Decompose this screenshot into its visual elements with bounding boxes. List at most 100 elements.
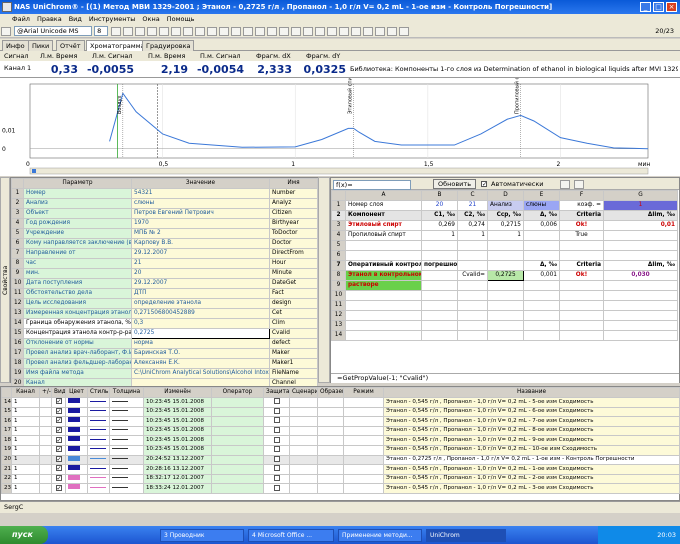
style-cell[interactable]	[87, 473, 110, 485]
sheet-cell[interactable]: 1	[457, 230, 488, 241]
sheet-cell[interactable]: Ok!	[559, 270, 604, 281]
list-col-header[interactable]: Изменён	[143, 387, 212, 398]
open-icon[interactable]	[574, 180, 584, 189]
sheet-cell[interactable]	[603, 280, 678, 291]
protect-checkbox[interactable]	[263, 473, 290, 485]
param-value[interactable]: 29.12.2007	[131, 278, 270, 289]
zoom-in-icon[interactable]	[267, 27, 278, 36]
sheet-cell[interactable]	[523, 280, 560, 291]
record-icon[interactable]	[255, 27, 266, 36]
task-explorer[interactable]: 3 Проводник	[160, 529, 244, 542]
param-value[interactable]: 0,2725	[131, 328, 270, 339]
color-cell[interactable]	[65, 425, 88, 437]
formula-bar[interactable]: =GetPropValue(-1; "Cvalid")	[331, 373, 679, 383]
sheet-cell[interactable]: 21	[457, 200, 488, 211]
color-cell[interactable]	[65, 444, 88, 456]
sheet-cell[interactable]: Пропиловый спирт	[345, 230, 422, 241]
lock-icon[interactable]	[363, 27, 374, 36]
sheet-cell[interactable]	[559, 240, 604, 251]
sheet-cell[interactable]: True	[559, 230, 604, 241]
menu-file[interactable]: Файл	[12, 15, 30, 23]
visible-checkbox[interactable]	[51, 473, 66, 485]
tab-report[interactable]: Отчёт	[56, 40, 85, 51]
tab-info[interactable]: Инфо	[2, 40, 29, 51]
start-button[interactable]: пуск	[0, 526, 48, 544]
sheet-cell[interactable]	[559, 250, 604, 261]
param-value[interactable]: 29.12.2007	[131, 248, 270, 259]
param-value[interactable]: Баринская Т.О.	[131, 348, 270, 359]
sheet-cell[interactable]	[487, 250, 524, 261]
sheet-cell[interactable]: 0,001	[523, 270, 560, 281]
sheet-cell[interactable]	[345, 310, 422, 321]
style-cell[interactable]	[87, 464, 110, 475]
param-row[interactable]: 9 мин. 20 Minute	[11, 268, 318, 279]
sheet-cell[interactable]	[559, 330, 604, 341]
list-col-header[interactable]: Канал	[11, 387, 40, 398]
param-row[interactable]: 6Кому направляется заключение (врач)Карп…	[11, 238, 318, 249]
sheet-cell[interactable]	[457, 320, 488, 331]
sheet-cell[interactable]	[421, 300, 458, 311]
sheet-cell[interactable]	[421, 280, 458, 291]
sheet-cell[interactable]: 0,01	[603, 220, 678, 231]
sheet-cell[interactable]	[523, 330, 560, 341]
sheet-cell[interactable]	[487, 300, 524, 311]
visible-checkbox[interactable]	[51, 435, 66, 446]
sheet-cell[interactable]	[421, 330, 458, 341]
protect-checkbox[interactable]	[263, 454, 290, 466]
sheet-cell[interactable]	[559, 300, 604, 311]
sheet-cell[interactable]: 0,269	[421, 220, 458, 231]
sheet-cell[interactable]	[487, 290, 524, 301]
protect-checkbox[interactable]	[263, 435, 290, 446]
sheet-cell[interactable]	[487, 330, 524, 341]
list-col-header[interactable]: Цвет	[65, 387, 88, 398]
param-value[interactable]: C:\UniChrom Analytical Solutions\Alcohol…	[131, 368, 270, 379]
list-col-header[interactable]: +/-	[39, 387, 52, 398]
paste-icon[interactable]	[327, 27, 338, 36]
chromatogram-row[interactable]: 211 20:28:16 13.12.2007 Этанол - 0,545 г/л…	[1, 464, 680, 475]
sheet-cell[interactable]: Criteria	[559, 210, 604, 221]
sheet-cell[interactable]: 1	[487, 230, 524, 241]
menu-tools[interactable]: Инструменты	[89, 15, 136, 23]
sheet-cell[interactable]: Оперативный контроль	[345, 260, 422, 271]
fx-icon[interactable]	[207, 27, 218, 36]
param-value[interactable]: 0,3	[131, 318, 270, 329]
help-icon[interactable]	[399, 27, 410, 36]
sheet-cell[interactable]	[603, 300, 678, 311]
sheet-cell[interactable]: Анализ	[487, 200, 524, 211]
sheet-cell[interactable]	[421, 270, 458, 281]
param-row[interactable]: 2 Анализ слюны Analyz	[11, 198, 318, 209]
sheet-cell[interactable]	[457, 240, 488, 251]
sheet-cell[interactable]	[559, 310, 604, 321]
param-value[interactable]: 20	[131, 268, 270, 279]
sheet-cell[interactable]	[345, 290, 422, 301]
sheet-cell[interactable]	[603, 320, 678, 331]
bold-icon[interactable]	[111, 27, 122, 36]
task-document[interactable]: Применение методи...	[338, 529, 422, 542]
col-header[interactable]: E	[523, 190, 560, 201]
chromatogram-row[interactable]: 141 10:23:45 15.01.2008 Этанол - 0,545 г/л…	[1, 397, 680, 408]
sheet-cell[interactable]	[421, 320, 458, 331]
param-row[interactable]: 16 Отклонение от нормы норма defect	[11, 338, 318, 349]
param-value[interactable]: Алексанян Е.К.	[131, 358, 270, 369]
sheet-cell[interactable]: 0,006	[523, 220, 560, 231]
param-row[interactable]: 15 Концентрация этанола контр-р-ра, г/0,2…	[11, 328, 318, 339]
borders-icon[interactable]	[183, 27, 194, 36]
sheet-cell[interactable]: 0,274	[457, 220, 488, 231]
sheet-cell[interactable]	[487, 240, 524, 251]
param-row[interactable]: 11 Обстоятельство дела ДТП Fact	[11, 288, 318, 299]
col-value[interactable]: Значение	[131, 178, 270, 189]
sheet-cell[interactable]	[523, 300, 560, 311]
sheet-cell[interactable]	[487, 280, 524, 291]
scroll-thumb[interactable]	[32, 169, 36, 173]
list-col-header[interactable]: Толщина	[109, 387, 144, 398]
param-row[interactable]: 18Провел анализ фельдшер-лаборант, ФАлек…	[11, 358, 318, 369]
visible-checkbox[interactable]	[51, 416, 66, 427]
sheet-cell[interactable]: 0,2725	[487, 270, 524, 281]
color-cell[interactable]	[65, 473, 88, 485]
param-value[interactable]: Петров Евгений Петрович	[131, 208, 270, 219]
color-cell[interactable]	[65, 406, 88, 418]
align-center-icon[interactable]	[159, 27, 170, 36]
align-left-icon[interactable]	[147, 27, 158, 36]
sheet-cell[interactable]: растворе	[345, 280, 422, 291]
settings-icon[interactable]	[375, 27, 386, 36]
